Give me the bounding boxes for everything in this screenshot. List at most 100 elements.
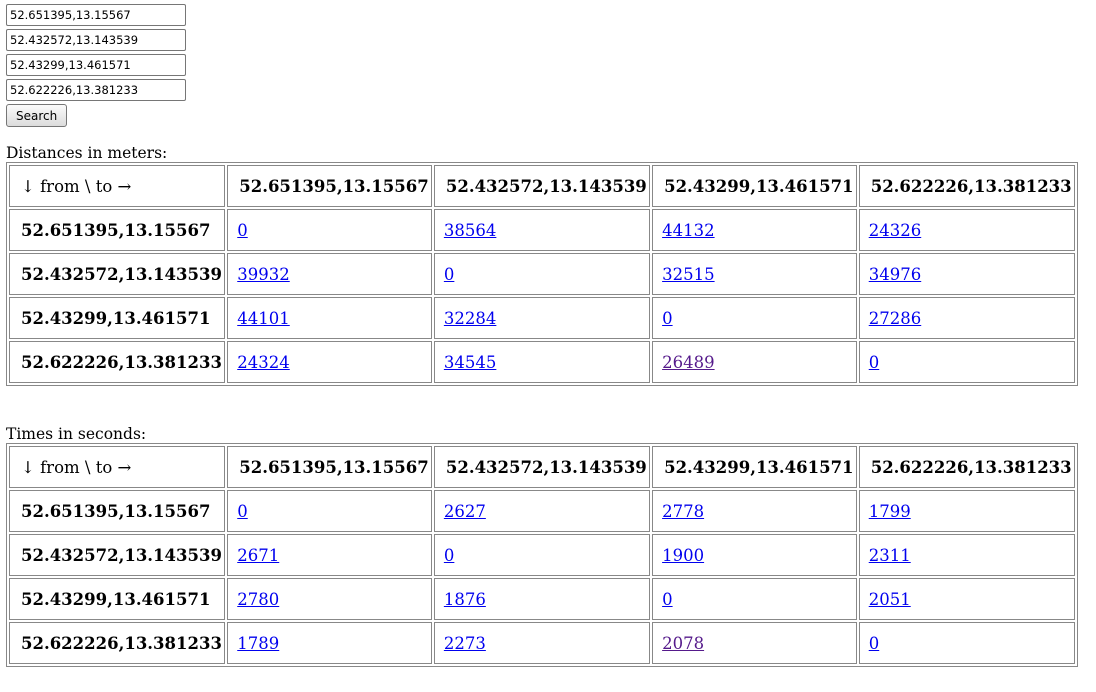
- value-cell: 2273: [433, 622, 651, 664]
- table-header-row: ↓ from \ to → 52.651395,13.15567 52.4325…: [9, 165, 1075, 207]
- time-link[interactable]: 1900: [662, 546, 704, 565]
- coordinate-input-3[interactable]: [6, 54, 186, 76]
- distance-link[interactable]: 24326: [869, 221, 922, 240]
- column-header: 52.432572,13.143539: [433, 446, 651, 488]
- distance-link[interactable]: 0: [237, 221, 248, 240]
- value-cell: 0: [227, 209, 432, 251]
- corner-label: ↓ from \ to →: [9, 446, 226, 488]
- time-link[interactable]: 2780: [237, 590, 279, 609]
- distance-link[interactable]: 34545: [444, 353, 497, 372]
- table-row: 52.622226,13.381233 1789 2273 2078 0: [9, 622, 1075, 664]
- value-cell: 2671: [227, 534, 432, 576]
- distance-link[interactable]: 32284: [444, 309, 497, 328]
- time-link[interactable]: 1789: [237, 634, 279, 653]
- value-cell: 0: [652, 297, 857, 339]
- time-link[interactable]: 2311: [869, 546, 911, 565]
- time-link[interactable]: 2273: [444, 634, 486, 653]
- table-row: 52.43299,13.461571 44101 32284 0 27286: [9, 297, 1075, 339]
- coordinate-form: Search: [6, 4, 186, 127]
- time-link[interactable]: 0: [237, 502, 248, 521]
- row-header: 52.43299,13.461571: [9, 578, 226, 620]
- distance-link[interactable]: 0: [869, 353, 880, 372]
- row-header: 52.43299,13.461571: [9, 297, 226, 339]
- value-cell: 32515: [652, 253, 857, 295]
- row-header: 52.432572,13.143539: [9, 534, 226, 576]
- distance-link[interactable]: 0: [662, 309, 673, 328]
- distance-link[interactable]: 27286: [869, 309, 922, 328]
- time-link[interactable]: 2078: [662, 634, 704, 653]
- value-cell: 1799: [858, 490, 1075, 532]
- row-header: 52.622226,13.381233: [9, 622, 226, 664]
- value-cell: 27286: [858, 297, 1075, 339]
- row-header: 52.651395,13.15567: [9, 209, 226, 251]
- column-header: 52.43299,13.461571: [652, 165, 857, 207]
- value-cell: 2311: [858, 534, 1075, 576]
- distances-title: Distances in meters:: [6, 144, 168, 162]
- value-cell: 26489: [652, 341, 857, 383]
- distance-link[interactable]: 0: [444, 265, 455, 284]
- value-cell: 0: [858, 341, 1075, 383]
- value-cell: 2778: [652, 490, 857, 532]
- table-row: 52.651395,13.15567 0 38564 44132 24326: [9, 209, 1075, 251]
- distance-link[interactable]: 44101: [237, 309, 290, 328]
- time-link[interactable]: 2051: [869, 590, 911, 609]
- time-link[interactable]: 2778: [662, 502, 704, 521]
- value-cell: 44132: [652, 209, 857, 251]
- value-cell: 39932: [227, 253, 432, 295]
- value-cell: 1900: [652, 534, 857, 576]
- distance-link[interactable]: 38564: [444, 221, 497, 240]
- distance-link[interactable]: 39932: [237, 265, 290, 284]
- time-link[interactable]: 2671: [237, 546, 279, 565]
- time-link[interactable]: 0: [662, 590, 673, 609]
- table-row: 52.43299,13.461571 2780 1876 0 2051: [9, 578, 1075, 620]
- column-header: 52.622226,13.381233: [858, 165, 1075, 207]
- coordinate-input-1[interactable]: [6, 4, 186, 26]
- value-cell: 44101: [227, 297, 432, 339]
- value-cell: 2627: [433, 490, 651, 532]
- value-cell: 34976: [858, 253, 1075, 295]
- distance-link[interactable]: 26489: [662, 353, 715, 372]
- time-link[interactable]: 2627: [444, 502, 486, 521]
- times-title: Times in seconds:: [6, 425, 147, 443]
- column-header: 52.432572,13.143539: [433, 165, 651, 207]
- search-button[interactable]: Search: [6, 104, 68, 127]
- value-cell: 24324: [227, 341, 432, 383]
- value-cell: 1876: [433, 578, 651, 620]
- table-row: 52.622226,13.381233 24324 34545 26489 0: [9, 341, 1075, 383]
- times-table: ↓ from \ to → 52.651395,13.15567 52.4325…: [6, 443, 1078, 667]
- time-link[interactable]: 1799: [869, 502, 911, 521]
- table-row: 52.432572,13.143539 2671 0 1900 2311: [9, 534, 1075, 576]
- value-cell: 24326: [858, 209, 1075, 251]
- column-header: 52.43299,13.461571: [652, 446, 857, 488]
- time-link[interactable]: 1876: [444, 590, 486, 609]
- table-header-row: ↓ from \ to → 52.651395,13.15567 52.4325…: [9, 446, 1075, 488]
- row-header: 52.651395,13.15567: [9, 490, 226, 532]
- distance-link[interactable]: 24324: [237, 353, 290, 372]
- distance-link[interactable]: 32515: [662, 265, 715, 284]
- distance-link[interactable]: 34976: [869, 265, 922, 284]
- value-cell: 1789: [227, 622, 432, 664]
- time-link[interactable]: 0: [869, 634, 880, 653]
- value-cell: 38564: [433, 209, 651, 251]
- value-cell: 34545: [433, 341, 651, 383]
- row-header: 52.432572,13.143539: [9, 253, 226, 295]
- value-cell: 0: [433, 534, 651, 576]
- table-row: 52.432572,13.143539 39932 0 32515 34976: [9, 253, 1075, 295]
- coordinate-input-4[interactable]: [6, 79, 186, 101]
- coordinate-input-2[interactable]: [6, 29, 186, 51]
- value-cell: 0: [652, 578, 857, 620]
- value-cell: 2780: [227, 578, 432, 620]
- value-cell: 2078: [652, 622, 857, 664]
- column-header: 52.651395,13.15567: [227, 446, 432, 488]
- value-cell: 0: [433, 253, 651, 295]
- time-link[interactable]: 0: [444, 546, 455, 565]
- column-header: 52.622226,13.381233: [858, 446, 1075, 488]
- distance-link[interactable]: 44132: [662, 221, 715, 240]
- value-cell: 32284: [433, 297, 651, 339]
- value-cell: 2051: [858, 578, 1075, 620]
- distances-table: ↓ from \ to → 52.651395,13.15567 52.4325…: [6, 162, 1078, 386]
- table-row: 52.651395,13.15567 0 2627 2778 1799: [9, 490, 1075, 532]
- value-cell: 0: [858, 622, 1075, 664]
- row-header: 52.622226,13.381233: [9, 341, 226, 383]
- corner-label: ↓ from \ to →: [9, 165, 226, 207]
